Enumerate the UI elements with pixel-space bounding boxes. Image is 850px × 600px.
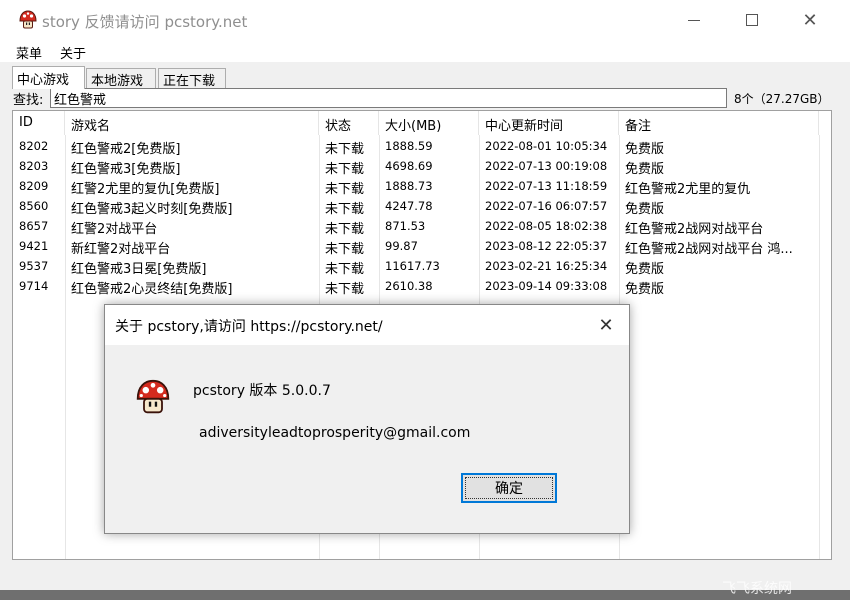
watermark: 飞飞系统网 [722,581,792,597]
cell-size: 1888.59 [385,139,433,153]
cell-status: 未下载 [325,142,365,155]
search-label: 查找: [13,93,44,108]
table-row[interactable]: 8203 红色警戒3[免费版] 未下载 4698.69 2022-07-13 0… [13,155,831,175]
cell-id: 8203 [19,159,49,173]
cell-size: 1888.73 [385,179,433,193]
cell-updated: 2023-09-14 09:33:08 [485,279,608,293]
cell-name: 红色警戒2心灵终结[免费版] [71,282,233,295]
cell-size: 4698.69 [385,159,433,173]
cell-status: 未下载 [325,162,365,175]
cell-size: 99.87 [385,239,418,253]
table-row[interactable]: 9714 红色警戒2心灵终结[免费版] 未下载 2610.38 2023-09-… [13,275,831,295]
search-input[interactable] [50,88,727,108]
tab-local-games[interactable]: 本地游戏 [86,68,156,89]
cell-note: 免费版 [625,142,665,155]
table-row[interactable]: 8560 红色警戒3起义时刻[免费版] 未下载 4247.78 2022-07-… [13,195,831,215]
column-header-note[interactable]: 备注 [619,111,819,135]
cell-status: 未下载 [325,182,365,195]
contact-email: adiversityleadtoprosperity@gmail.com [199,425,471,441]
cell-id: 8202 [19,139,49,153]
cell-status: 未下载 [325,202,365,215]
cell-note: 红色警戒2尤里的复仇 [625,182,751,195]
maximize-button[interactable] [724,0,780,40]
menu-bar: 菜单 关于 [0,40,850,62]
minimize-button[interactable] [666,0,722,40]
mushroom-icon [19,10,37,29]
cell-size: 871.53 [385,219,426,233]
column-header-name[interactable]: 游戏名 [65,111,319,135]
dialog-close-button[interactable]: ✕ [583,305,629,345]
cell-name: 红色警戒3[免费版] [71,162,181,175]
close-icon: ✕ [598,314,614,336]
about-dialog: 关于 pcstory,请访问 https://pcstory.net/ ✕ pc… [104,304,630,534]
cell-updated: 2023-02-21 16:25:34 [485,259,608,273]
close-icon: ✕ [802,9,818,31]
maximize-icon [746,14,758,26]
dialog-title: 关于 pcstory,请访问 https://pcstory.net/ [115,319,383,335]
column-header-status[interactable]: 状态 [319,111,379,135]
mushroom-icon [136,379,170,414]
cell-name: 红警2对战平台 [71,222,158,235]
cell-note: 免费版 [625,262,665,275]
title-bar: story 反馈请访问 pcstory.net ✕ [0,0,850,40]
table-row[interactable]: 8657 红警2对战平台 未下载 871.53 2022-08-05 18:02… [13,215,831,235]
search-row: 查找: 8个（27.27GB） [12,88,842,110]
cell-note: 红色警戒2战网对战平台 [625,222,764,235]
tab-downloading[interactable]: 正在下载 [158,68,226,89]
column-header-updated[interactable]: 中心更新时间 [479,111,619,135]
cell-note: 免费版 [625,202,665,215]
cell-id: 8657 [19,219,49,233]
cell-status: 未下载 [325,282,365,295]
table-row[interactable]: 9537 红色警戒3日冕[免费版] 未下载 11617.73 2023-02-2… [13,255,831,275]
cell-updated: 2022-07-16 06:07:57 [485,199,608,213]
focus-ring [465,477,553,499]
cell-status: 未下载 [325,262,365,275]
cell-id: 8209 [19,179,49,193]
cell-updated: 2023-08-12 22:05:37 [485,239,608,253]
cell-note: 免费版 [625,282,665,295]
ok-button[interactable]: 确定 [461,473,557,503]
cell-size: 4247.78 [385,199,433,213]
cell-id: 9714 [19,279,49,293]
table-row[interactable]: 8209 红警2尤里的复仇[免费版] 未下载 1888.73 2022-07-1… [13,175,831,195]
cell-status: 未下载 [325,242,365,255]
version-text: pcstory 版本 5.0.0.7 [193,383,331,399]
menu-item-about[interactable]: 关于 [60,43,86,62]
window-title: story 反馈请访问 pcstory.net [42,13,248,31]
dialog-body: pcstory 版本 5.0.0.7 adiversityleadtoprosp… [105,345,629,533]
cell-note: 免费版 [625,162,665,175]
minimize-icon [688,19,700,21]
cell-note: 红色警戒2战网对战平台 鸿... [625,242,793,255]
cell-name: 红色警戒3日冕[免费版] [71,262,207,275]
cell-name: 红警2尤里的复仇[免费版] [71,182,220,195]
close-button[interactable]: ✕ [782,0,838,40]
dialog-title-bar: 关于 pcstory,请访问 https://pcstory.net/ ✕ [105,305,629,345]
cell-name: 红色警戒3起义时刻[免费版] [71,202,233,215]
cell-status: 未下载 [325,222,365,235]
cell-name: 红色警戒2[免费版] [71,142,181,155]
cell-id: 9421 [19,239,49,253]
cell-id: 8560 [19,199,49,213]
cell-size: 11617.73 [385,259,440,273]
menu-item-menu[interactable]: 菜单 [16,43,42,62]
result-count: 8个（27.27GB） [734,92,830,106]
cell-updated: 2022-08-05 18:02:38 [485,219,608,233]
column-header-id[interactable]: ID [13,111,65,135]
table-row[interactable]: 9421 新红警2对战平台 未下载 99.87 2023-08-12 22:05… [13,235,831,255]
cell-updated: 2022-08-01 10:05:34 [485,139,608,153]
column-header-size[interactable]: 大小(MB) [379,111,479,135]
cell-updated: 2022-07-13 11:18:59 [485,179,608,193]
table-row[interactable]: 8202 红色警戒2[免费版] 未下载 1888.59 2022-08-01 1… [13,135,831,155]
table-header: ID 游戏名 状态 大小(MB) 中心更新时间 备注 [13,111,831,135]
cell-updated: 2022-07-13 00:19:08 [485,159,608,173]
tab-center-games[interactable]: 中心游戏 [12,66,85,89]
cell-name: 新红警2对战平台 [71,242,171,255]
cell-id: 9537 [19,259,49,273]
cell-size: 2610.38 [385,279,433,293]
